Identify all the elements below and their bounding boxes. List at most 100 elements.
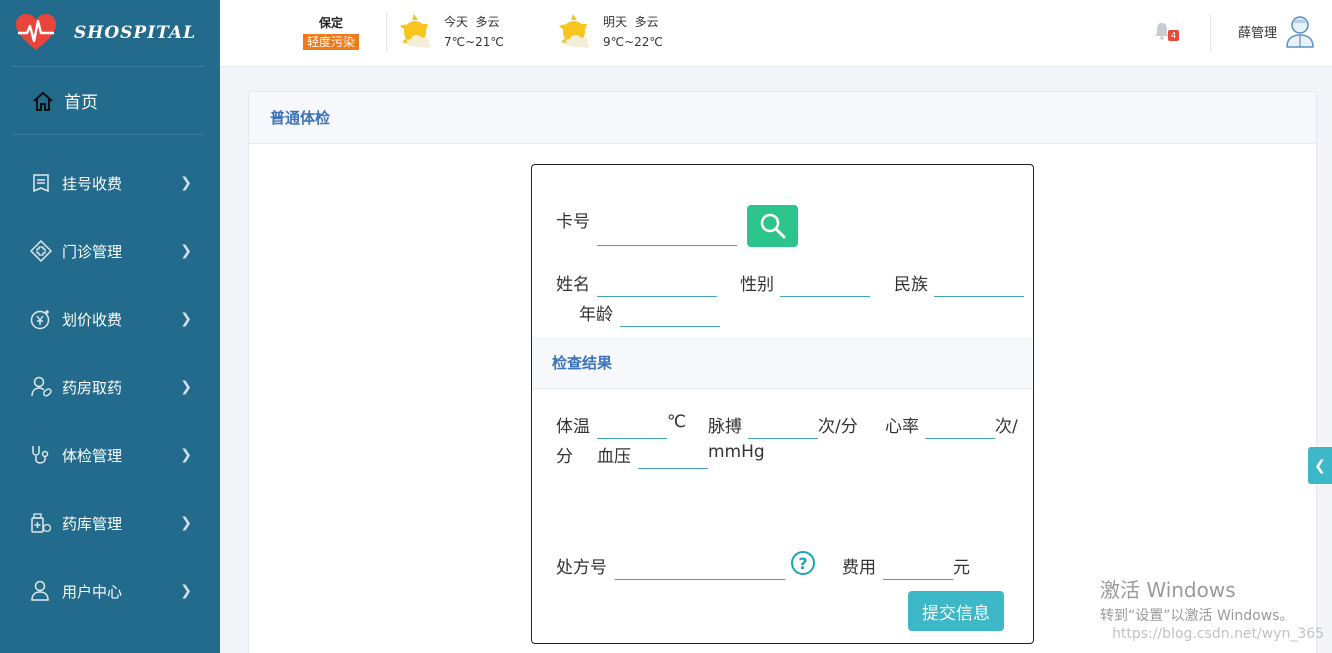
weather-today-cond: 多云 — [475, 15, 500, 29]
sun-cloud-icon — [400, 14, 431, 48]
user-icon — [30, 580, 52, 602]
chevron-right-icon: ❯ — [180, 243, 192, 259]
blood-pressure-input[interactable] — [638, 445, 708, 469]
weather-tomorrow: 明天 多云 9℃~22℃ — [555, 12, 663, 52]
prescription-label: 处方号 — [556, 558, 607, 578]
collapse-toggle-button[interactable]: ❮ — [1308, 447, 1332, 484]
sidebar-item-home[interactable]: 首页 — [12, 67, 204, 135]
sidebar-menu: 挂号收费 ❯ 门诊管理 ❯ 划价收费 ❯ 药房取药 ❯ 体检管理 ❯ 药库管理 … — [0, 135, 220, 625]
sidebar-item-register[interactable]: 挂号收费 ❯ — [0, 149, 220, 217]
name-input[interactable] — [597, 273, 717, 297]
top-header: 保定 轻度污染 今天 多云 7℃~21℃ 明天 多云 9℃~22℃ 4 薛管理 — [220, 0, 1332, 67]
fee-input[interactable] — [883, 556, 953, 580]
sidebar-home-label: 首页 — [64, 93, 98, 113]
windows-activation-watermark: 激活 Windows 转到“设置”以激活 Windows。 — [1100, 574, 1293, 625]
logo-text: SHOSPITAL — [74, 23, 197, 43]
weather-today-temp: 7℃~21℃ — [444, 35, 504, 49]
doctor-avatar-icon — [1286, 16, 1314, 48]
pulse-label: 脉搏 — [708, 417, 742, 437]
user-name: 薛管理 — [1238, 25, 1278, 41]
sidebar-item-user-center[interactable]: 用户中心 ❯ — [0, 557, 220, 625]
source-url-watermark: https://blog.csdn.net/wyn_365 — [1112, 626, 1325, 642]
watermark-line1: 激活 Windows — [1100, 578, 1236, 602]
ethnicity-label: 民族 — [894, 275, 928, 295]
home-icon — [32, 90, 54, 112]
city-name: 保定 — [318, 16, 343, 30]
chevron-right-icon: ❯ — [180, 379, 192, 395]
blood-pressure-unit: mmHg — [708, 442, 765, 462]
panel-title: 普通体检 — [270, 109, 331, 127]
watermark-line2: 转到“设置”以激活 Windows。 — [1100, 608, 1294, 624]
chevron-right-icon: ❯ — [180, 515, 192, 531]
weather-tomorrow-temp: 9℃~22℃ — [603, 35, 663, 49]
temperature-label: 体温 — [556, 417, 590, 437]
clinic-icon — [30, 240, 52, 262]
register-icon — [30, 172, 52, 194]
chevron-right-icon: ❯ — [180, 311, 192, 327]
prescription-input[interactable] — [615, 556, 785, 580]
user-menu[interactable]: 薛管理 — [1238, 14, 1315, 48]
sidebar-item-label: 门诊管理 — [62, 242, 123, 261]
sun-cloud-icon — [559, 14, 590, 48]
divider — [1210, 14, 1211, 52]
ethnicity-input[interactable] — [934, 273, 1024, 297]
submit-button[interactable]: 提交信息 — [908, 591, 1004, 631]
exam-result-section: 检查结果 — [532, 337, 1032, 389]
logo[interactable]: SHOSPITAL — [12, 0, 204, 67]
sidebar-item-label: 划价收费 — [62, 310, 123, 329]
fee-label: 费用 — [842, 558, 876, 578]
age-label: 年龄 — [579, 305, 613, 325]
card-number-input[interactable] — [597, 222, 737, 246]
search-icon — [760, 213, 785, 239]
divider — [386, 12, 387, 52]
sidebar-item-drug-store[interactable]: 药库管理 ❯ — [0, 489, 220, 557]
chevron-right-icon: ❯ — [180, 583, 192, 599]
age-input[interactable] — [620, 303, 720, 327]
section-title: 检查结果 — [552, 354, 613, 372]
sidebar: SHOSPITAL 首页 挂号收费 ❯ 门诊管理 ❯ 划价收费 ❯ 药房取药 ❯ — [0, 0, 220, 653]
heart-rate-label: 心率 — [885, 417, 919, 437]
weather-today: 今天 多云 7℃~21℃ — [396, 12, 504, 52]
help-icon[interactable]: ? — [791, 551, 815, 575]
exam-panel: 普通体检 卡号 姓名 性别 民族 年龄 检查结果 体温 ℃ 脉搏 次/分 心率 … — [248, 91, 1317, 653]
sidebar-item-clinic[interactable]: 门诊管理 ❯ — [0, 217, 220, 285]
sidebar-item-label: 药库管理 — [62, 514, 123, 533]
chevron-right-icon: ❯ — [180, 175, 192, 191]
weather-today-day: 今天 — [444, 15, 469, 29]
card-number-label: 卡号 — [556, 212, 590, 232]
heart-logo-icon — [16, 14, 56, 50]
fee-unit: 元 — [953, 558, 970, 578]
gender-label: 性别 — [740, 275, 774, 295]
heart-rate-unit: 次/ — [995, 417, 1018, 437]
heart-rate-input[interactable] — [925, 415, 995, 439]
sidebar-item-label: 用户中心 — [62, 582, 123, 601]
sidebar-item-label: 药房取药 — [62, 378, 123, 397]
heart-rate-unit-wrap: 分 — [556, 447, 573, 467]
pulse-unit: 次/分 — [818, 417, 858, 437]
air-quality-badge: 轻度污染 — [302, 34, 359, 50]
notification-badge: 4 — [1168, 30, 1179, 41]
sidebar-item-exam[interactable]: 体检管理 ❯ — [0, 421, 220, 489]
panel-header: 普通体检 — [249, 92, 1316, 144]
pulse-input[interactable] — [748, 415, 818, 439]
search-button[interactable] — [747, 205, 798, 247]
stethoscope-icon — [30, 444, 52, 466]
exam-form: 卡号 姓名 性别 民族 年龄 检查结果 体温 ℃ 脉搏 次/分 心率 次/ 分 … — [531, 164, 1034, 644]
sidebar-item-pricing[interactable]: 划价收费 ❯ — [0, 285, 220, 353]
weather-tomorrow-day: 明天 — [603, 15, 628, 29]
sidebar-item-label: 体检管理 — [62, 446, 123, 465]
chevron-right-icon: ❯ — [180, 447, 192, 463]
yen-icon — [30, 308, 52, 330]
temperature-unit: ℃ — [667, 412, 687, 432]
temperature-input[interactable] — [597, 415, 667, 439]
medicine-store-icon — [30, 512, 52, 534]
city-air-quality: 保定 轻度污染 — [298, 14, 364, 50]
gender-input[interactable] — [780, 273, 870, 297]
weather-tomorrow-cond: 多云 — [634, 15, 659, 29]
notification-bell[interactable]: 4 — [1154, 22, 1179, 44]
sidebar-item-pharmacy[interactable]: 药房取药 ❯ — [0, 353, 220, 421]
name-label: 姓名 — [556, 275, 590, 295]
sidebar-item-label: 挂号收费 — [62, 174, 123, 193]
pharmacy-icon — [30, 376, 52, 398]
blood-pressure-label: 血压 — [597, 447, 631, 467]
